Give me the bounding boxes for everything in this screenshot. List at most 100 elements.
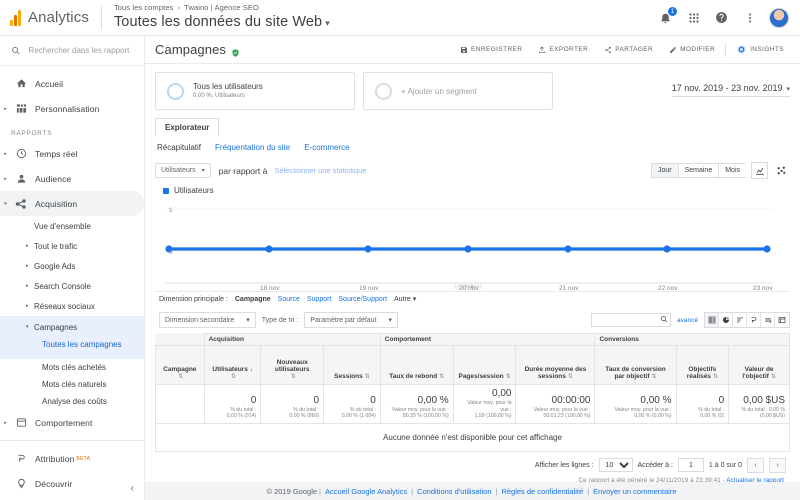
segment-all-users[interactable]: Tous les utilisateurs 0,00 %, Utilisateu… [155, 72, 355, 110]
comparison-view-icon[interactable] [747, 313, 761, 327]
footer-link-accueil[interactable]: Accueil Google Analytics [325, 487, 407, 496]
granularity-jour[interactable]: Jour [650, 163, 678, 178]
edit-button[interactable]: MODIFIER [661, 46, 723, 54]
rows-per-page-select[interactable]: 10 [598, 458, 633, 473]
goto-page-input[interactable]: 1 [677, 458, 704, 473]
column-utilisateurs[interactable]: Utilisateurs ↓ ⇅ [203, 345, 262, 385]
sidebar-item-decouvrir[interactable]: Découvrir [0, 471, 144, 496]
prev-page-button[interactable]: ‹ [747, 457, 764, 473]
sidebar-item-attribution[interactable]: Attribution BETA [0, 446, 144, 471]
cell-sub1: % du total : [349, 406, 376, 413]
dimension-link-autre[interactable]: Autre ▾ [394, 295, 416, 303]
sort-type-select[interactable]: Paramètre par défaut ▾ [304, 312, 399, 328]
column-nouveaux-utilisateurs[interactable]: Nouveaux utilisateurs ⇅ [260, 345, 325, 385]
insights-button[interactable]: INSIGHTS [728, 44, 792, 55]
sort-arrow-icon: ⇅ [770, 374, 776, 380]
column-taux-de-rebond[interactable]: Taux de rebond ⇅ [379, 345, 454, 385]
more-vert-icon[interactable] [741, 9, 758, 26]
tab-frequentation-du-site[interactable]: Fréquentation du site [215, 143, 290, 152]
select-statistic-link[interactable]: Sélectionner une statistique [274, 166, 366, 175]
metric-select[interactable]: Utilisateurs ▾ [155, 163, 211, 178]
dimension-link-source-support[interactable]: Source/Support [338, 296, 387, 303]
sidebar-subitem-tout-le-trafic[interactable]: ▸ Tout le trafic [0, 236, 144, 256]
bulb-icon [11, 478, 31, 489]
advanced-link[interactable]: avancé [677, 317, 698, 324]
sidebar-subitem-search-console[interactable]: ▸ Search Console [0, 276, 144, 296]
save-button[interactable]: ENREGISTRER [452, 46, 530, 54]
dimension-link-support[interactable]: Support [307, 296, 332, 303]
sidebar-item-comportement[interactable]: ▸ Comportement [0, 410, 144, 435]
table-pager: Afficher les lignes : 10 Accéder à : 1 1… [155, 452, 790, 475]
cell-value: 0,00 $US [743, 394, 785, 406]
sidebar-subitem-vue-densemble[interactable]: Vue d'ensemble [0, 216, 144, 236]
sidebar-item-administration[interactable]: Administration [0, 496, 144, 500]
apps-grid-icon[interactable] [685, 9, 702, 26]
sidebar-item-personnalisation[interactable]: ▸ Personnalisation [0, 96, 144, 121]
tab-recapitulatif[interactable]: Récapitulatif [157, 143, 201, 152]
sidebar-item-accueil[interactable]: Accueil [0, 71, 144, 96]
sidebar-subitem-toutes-les-campagnes[interactable]: Toutes les campagnes [0, 338, 144, 359]
tab-e-commerce[interactable]: E-commerce [304, 143, 349, 152]
tab-explorateur[interactable]: Explorateur [155, 118, 220, 137]
export-button[interactable]: EXPORTER [530, 46, 596, 54]
footer-link-conditions[interactable]: Conditions d'utilisation [417, 487, 491, 496]
sort-type-label: Type de tri : [261, 316, 299, 324]
next-page-button[interactable]: › [769, 457, 786, 473]
help-icon[interactable] [713, 9, 730, 26]
sidebar-subitem-reseaux-sociaux[interactable]: ▸ Réseaux sociaux [0, 296, 144, 316]
column-pages-session[interactable]: Pages/session ⇅ [452, 345, 517, 385]
sidebar-subitem-mots-cles-naturels[interactable]: Mots clés naturels [0, 376, 144, 393]
share-button[interactable]: PARTAGER [596, 46, 661, 54]
granularity-mois[interactable]: Mois [718, 163, 746, 178]
column-campagne[interactable]: Campagne ⇅ [155, 345, 205, 385]
column-sessions[interactable]: Sessions ⇅ [323, 345, 381, 385]
sidebar-item-acquisition[interactable]: ▾ Acquisition [0, 191, 144, 216]
breadcrumb: Tous les comptes › Twaino | Agence SEO [114, 3, 330, 14]
secondary-dimension-select[interactable]: Dimension secondaire ▾ [159, 312, 256, 328]
sidebar-subitem-mots-cles-achetes[interactable]: Mots clés achetés [0, 359, 144, 376]
sidebar-search[interactable] [0, 36, 144, 66]
bell-icon[interactable]: 1 [657, 7, 677, 26]
pivot-view-icon[interactable] [761, 313, 775, 327]
dimension-link-source[interactable]: Source [278, 296, 300, 303]
column-label: Taux de conversion par objectif [605, 366, 666, 380]
cell-sub1: % du total : [698, 406, 725, 413]
column-taux-de-conversion-par-objectif[interactable]: Taux de conversion par objectif ⇅ [594, 345, 677, 385]
sidebar-subitem-label: Vue d'ensemble [34, 221, 91, 231]
line-chart-icon[interactable] [751, 162, 768, 179]
sidebar-item-audience[interactable]: ▸ Audience [0, 166, 144, 191]
table-search-input[interactable] [591, 313, 672, 327]
scatter-chart-icon[interactable] [773, 162, 790, 179]
sidebar-subitem-google-ads[interactable]: ▸ Google Ads [0, 256, 144, 276]
perf-view-icon[interactable] [733, 313, 747, 327]
users-line-chart[interactable]: 1 0 18 nov 19 nov 20 nov 21 nov 22 nov 2… [155, 197, 790, 292]
date-range-picker[interactable]: 17 nov. 2019 - 23 nov. 2019 ▾ [671, 72, 790, 97]
search-icon[interactable] [660, 315, 668, 325]
cell-value: 0 [718, 394, 725, 406]
footer-link-commentaire[interactable]: Envoyer un commentaire [593, 487, 676, 496]
sidebar-item-temps-reel[interactable]: ▸ Temps réel [0, 141, 144, 166]
table-view-icon[interactable] [705, 313, 719, 327]
granularity-semaine[interactable]: Semaine [677, 163, 719, 178]
avatar[interactable] [769, 7, 789, 28]
cell-sub1: % du total : [293, 406, 320, 413]
search-input[interactable] [28, 46, 133, 55]
column-objectifs-realises[interactable]: Objectifs réalisés ⇅ [675, 345, 730, 385]
segment-circle-icon [167, 82, 184, 100]
breadcrumb-account[interactable]: Tous les comptes [114, 3, 174, 12]
primary-dimension-value[interactable]: Campagne [235, 296, 271, 303]
column-valeur-de-lobjectif[interactable]: Valeur de l'objectif ⇅ [728, 345, 790, 385]
footer-link-confidentialite[interactable]: Règles de confidentialité [501, 487, 583, 496]
page-property-title[interactable]: Toutes les données du site Web ▾ [114, 14, 330, 32]
y-axis-tick-top: 1 [169, 207, 173, 214]
property-selector[interactable]: Tous les comptes › Twaino | Agence SEO T… [114, 3, 330, 32]
pie-view-icon[interactable] [719, 313, 733, 327]
sidebar-subitem-campagnes[interactable]: ▾ Campagnes [0, 316, 144, 338]
add-segment-button[interactable]: + Ajouter un segment [363, 72, 553, 110]
breadcrumb-property[interactable]: Twaino | Agence SEO [184, 3, 259, 12]
column-duree-moyenne-des-sessions[interactable]: Durée moyenne des sessions ⇅ [515, 345, 596, 385]
sidebar-subitem-analyse-des-couts[interactable]: Analyse des coûts [0, 393, 144, 410]
term-cloud-icon[interactable] [775, 313, 789, 327]
sidebar-collapse-button[interactable]: ‹ [131, 483, 134, 494]
cell-valeur-de-lobjectif: 0,00 $US % du total : 0,00 % (0,00 $US) [728, 384, 790, 424]
